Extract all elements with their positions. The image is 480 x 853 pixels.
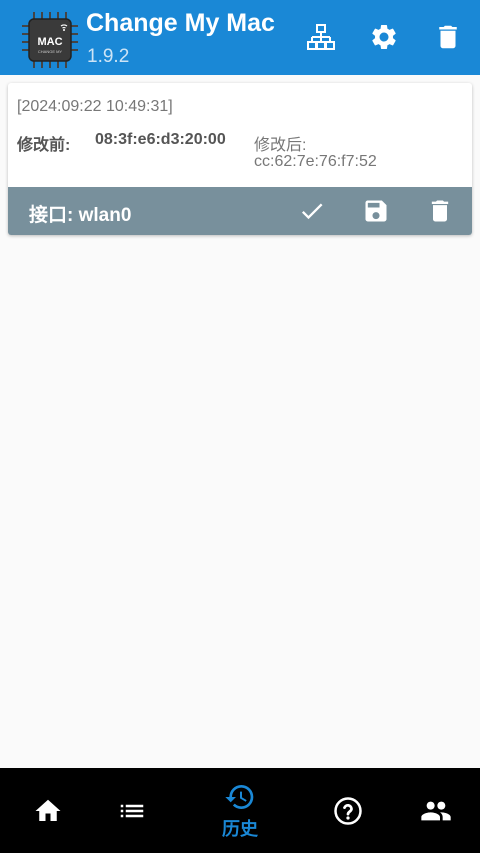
home-icon (35, 799, 61, 821)
history-card: [2024:09:22 10:49:31] 修改前: 08:3f:e6:d3:2… (8, 83, 472, 235)
network-button[interactable] (304, 20, 338, 54)
app-logo: MAC CHANGE MY (22, 12, 78, 68)
nav-help[interactable] (300, 768, 396, 853)
nav-list[interactable] (84, 768, 180, 853)
svg-text:CHANGE MY: CHANGE MY (38, 49, 63, 54)
network-icon (307, 24, 335, 50)
before-label: 修改前: (17, 137, 71, 154)
app-version: 1.9.2 (87, 46, 130, 67)
nav-history[interactable]: 历史 (192, 768, 288, 853)
bottom-navigation: 历史 (0, 768, 480, 853)
nav-history-label: 历史 (222, 818, 258, 839)
after-label: 修改后: (254, 137, 307, 154)
delete-icon (431, 200, 449, 222)
save-icon (365, 200, 387, 222)
apply-button[interactable] (295, 195, 329, 227)
nav-home[interactable] (0, 768, 96, 853)
save-button[interactable] (359, 195, 393, 227)
after-mac-value: cc:62:7e:76:f7:52 (254, 153, 377, 170)
list-icon (120, 804, 144, 817)
help-icon (334, 796, 362, 825)
history-icon (225, 784, 254, 809)
nav-people[interactable] (388, 768, 480, 853)
interface-label: 接口: wlan0 (29, 205, 132, 226)
delete-entry-button[interactable] (423, 195, 457, 227)
app-title: Change My Mac (86, 9, 275, 37)
card-footer: 接口: wlan0 (8, 187, 472, 235)
settings-icon (372, 24, 396, 49)
delete-all-button[interactable] (431, 20, 465, 54)
before-mac-value: 08:3f:e6:d3:20:00 (95, 131, 226, 148)
settings-button[interactable] (367, 20, 401, 54)
people-icon (421, 801, 451, 820)
delete-icon (439, 25, 457, 49)
svg-text:MAC: MAC (37, 36, 62, 48)
check-icon (301, 203, 323, 220)
app-bar: MAC CHANGE MY Change My Mac 1.9.2 (0, 0, 480, 75)
history-timestamp: [2024:09:22 10:49:31] (17, 98, 173, 115)
